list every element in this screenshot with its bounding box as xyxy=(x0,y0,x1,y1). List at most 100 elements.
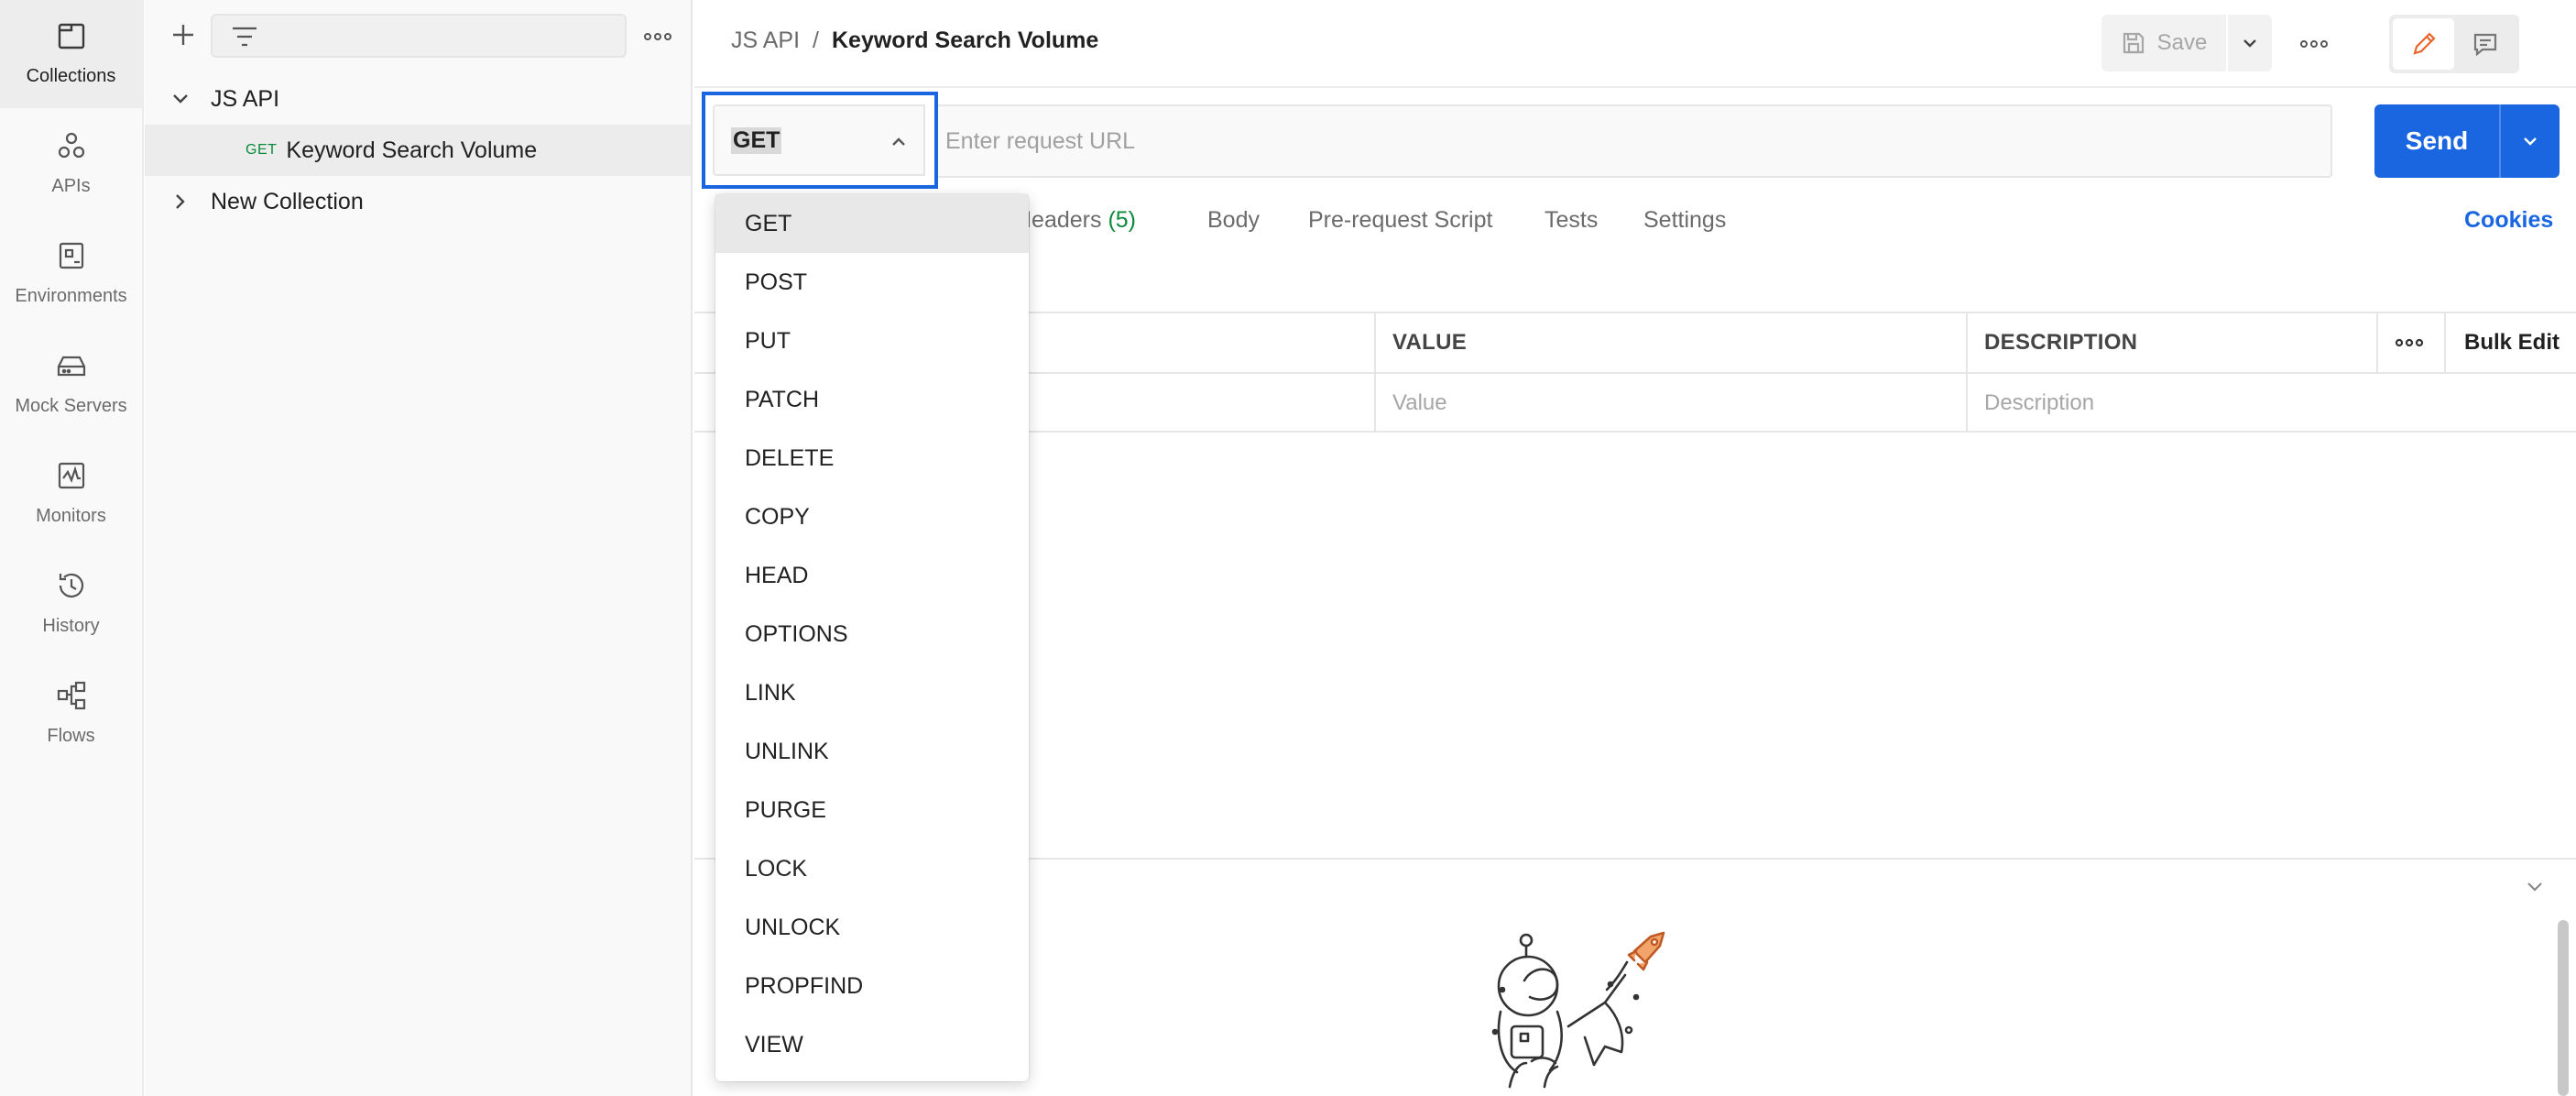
tree-collection-new-collection[interactable]: New Collection xyxy=(145,176,691,227)
method-dropdown: GET POST PUT PATCH DELETE COPY HEAD OPTI… xyxy=(715,194,1029,1081)
astronaut-illustration xyxy=(1491,931,1665,1089)
collection-name: New Collection xyxy=(211,188,364,214)
collections-icon xyxy=(58,23,84,49)
method-select[interactable]: GET xyxy=(702,92,938,189)
method-option-link[interactable]: LINK xyxy=(715,663,1029,722)
plus-icon xyxy=(173,25,193,45)
filter-icon xyxy=(233,27,257,47)
monitors-icon xyxy=(58,462,84,489)
rail-label: Flows xyxy=(47,726,95,746)
bulk-edit-button[interactable]: Bulk Edit xyxy=(2444,313,2576,372)
column-header-description: DESCRIPTION xyxy=(1966,313,2376,372)
rail-item-flows[interactable]: Flows xyxy=(0,660,142,768)
collections-sidebar: JS API GET Keyword Search Volume New Col… xyxy=(145,0,693,1096)
param-description-input[interactable]: Description xyxy=(1966,374,2576,433)
tab-settings[interactable]: Settings xyxy=(1643,207,1726,234)
tab-headers-count: (5) xyxy=(1108,207,1137,233)
params-more-button[interactable] xyxy=(2376,313,2444,372)
method-option-patch[interactable]: PATCH xyxy=(715,370,1029,429)
more-horizontal-icon xyxy=(2300,40,2328,48)
column-header-value: VALUE xyxy=(1374,313,1966,372)
chevron-right-icon xyxy=(176,194,185,209)
chevron-down-icon[interactable] xyxy=(2523,874,2547,898)
send-group: Send xyxy=(2374,104,2560,178)
method-select-field: GET xyxy=(713,104,925,176)
scrollbar[interactable] xyxy=(2558,920,2569,1096)
breadcrumb-separator: / xyxy=(813,27,819,53)
save-button[interactable]: Save xyxy=(2101,15,2226,71)
method-option-get[interactable]: GET xyxy=(715,194,1029,253)
rail-label: Monitors xyxy=(36,506,106,526)
sidebar-toolbar xyxy=(145,0,693,73)
rail-label: Collections xyxy=(26,66,116,86)
method-option-options[interactable]: OPTIONS xyxy=(715,605,1029,663)
method-option-lock[interactable]: LOCK xyxy=(715,839,1029,898)
method-option-purge[interactable]: PURGE xyxy=(715,781,1029,839)
chevron-up-icon xyxy=(892,137,905,146)
tree-request-keyword-search-volume[interactable]: GET Keyword Search Volume xyxy=(145,125,691,176)
save-icon xyxy=(2123,32,2144,54)
rail-label: History xyxy=(42,616,100,636)
rail-item-environments[interactable]: Environments xyxy=(0,220,142,328)
rail-label: Environments xyxy=(15,286,127,306)
send-options-button[interactable] xyxy=(2499,104,2560,178)
request-name: Keyword Search Volume xyxy=(286,137,538,163)
mock-servers-icon xyxy=(57,356,85,377)
collection-name: JS API xyxy=(211,85,280,112)
breadcrumb: JS API / Keyword Search Volume xyxy=(731,27,1098,54)
chevron-down-icon xyxy=(2524,137,2537,146)
save-label: Save xyxy=(2156,30,2208,55)
send-button[interactable]: Send xyxy=(2374,104,2499,178)
rail-item-history[interactable]: History xyxy=(0,550,142,658)
save-group: Save xyxy=(2101,15,2272,71)
method-option-post[interactable]: POST xyxy=(715,253,1029,312)
breadcrumb-parent[interactable]: JS API xyxy=(731,27,800,54)
method-option-delete[interactable]: DELETE xyxy=(715,429,1029,488)
new-button[interactable] xyxy=(165,16,202,53)
mode-toggle xyxy=(2389,15,2519,73)
tab-tests[interactable]: Tests xyxy=(1545,207,1598,234)
method-option-propfind[interactable]: PROPFIND xyxy=(715,957,1029,1015)
request-more-button[interactable] xyxy=(2296,26,2332,62)
more-horizontal-icon xyxy=(644,33,671,40)
chevron-down-icon xyxy=(173,94,188,104)
method-option-unlock[interactable]: UNLOCK xyxy=(715,898,1029,957)
breadcrumb-current[interactable]: Keyword Search Volume xyxy=(832,27,1098,54)
request-item: GET Keyword Search Volume xyxy=(246,137,537,164)
comment-icon xyxy=(2473,33,2496,57)
icon-rail: Collections APIs Environments Mock Serve… xyxy=(0,0,144,1096)
tab-body[interactable]: Body xyxy=(1207,207,1260,234)
method-option-unlink[interactable]: UNLINK xyxy=(715,722,1029,781)
rail-label: Mock Servers xyxy=(15,396,127,416)
more-horizontal-icon xyxy=(2395,338,2424,347)
chevron-down-icon xyxy=(2243,39,2256,48)
edit-mode-button[interactable] xyxy=(2393,18,2454,70)
rail-item-collections[interactable]: Collections xyxy=(0,0,142,108)
method-option-view[interactable]: VIEW xyxy=(715,1015,1029,1074)
method-option-head[interactable]: HEAD xyxy=(715,546,1029,605)
comments-mode-button[interactable] xyxy=(2454,18,2516,70)
rail-item-monitors[interactable]: Monitors xyxy=(0,440,142,548)
url-input[interactable] xyxy=(927,104,2332,178)
filter-input[interactable] xyxy=(211,14,627,58)
pencil-icon xyxy=(2412,32,2436,55)
tree-collection-js-api[interactable]: JS API xyxy=(145,73,691,125)
flows-icon xyxy=(57,681,85,710)
rail-item-mock-servers[interactable]: Mock Servers xyxy=(0,330,142,438)
cookies-link[interactable]: Cookies xyxy=(2464,207,2553,234)
apis-icon xyxy=(58,132,84,159)
method-tag: GET xyxy=(246,142,278,158)
save-options-button[interactable] xyxy=(2226,15,2272,71)
param-value-input[interactable]: Value xyxy=(1374,374,1966,433)
rail-item-apis[interactable]: APIs xyxy=(0,110,142,218)
method-value: GET xyxy=(731,126,782,154)
sidebar-more-button[interactable] xyxy=(639,18,676,55)
environments-icon xyxy=(59,242,83,269)
history-icon xyxy=(59,573,83,597)
tab-headers[interactable]: Headers (5) xyxy=(1015,207,1136,234)
method-option-copy[interactable]: COPY xyxy=(715,488,1029,546)
rail-label: APIs xyxy=(51,176,91,196)
request-header: JS API / Keyword Search Volume Save xyxy=(694,0,2576,88)
tab-pre-request-script[interactable]: Pre-request Script xyxy=(1308,207,1492,234)
method-option-put[interactable]: PUT xyxy=(715,312,1029,370)
